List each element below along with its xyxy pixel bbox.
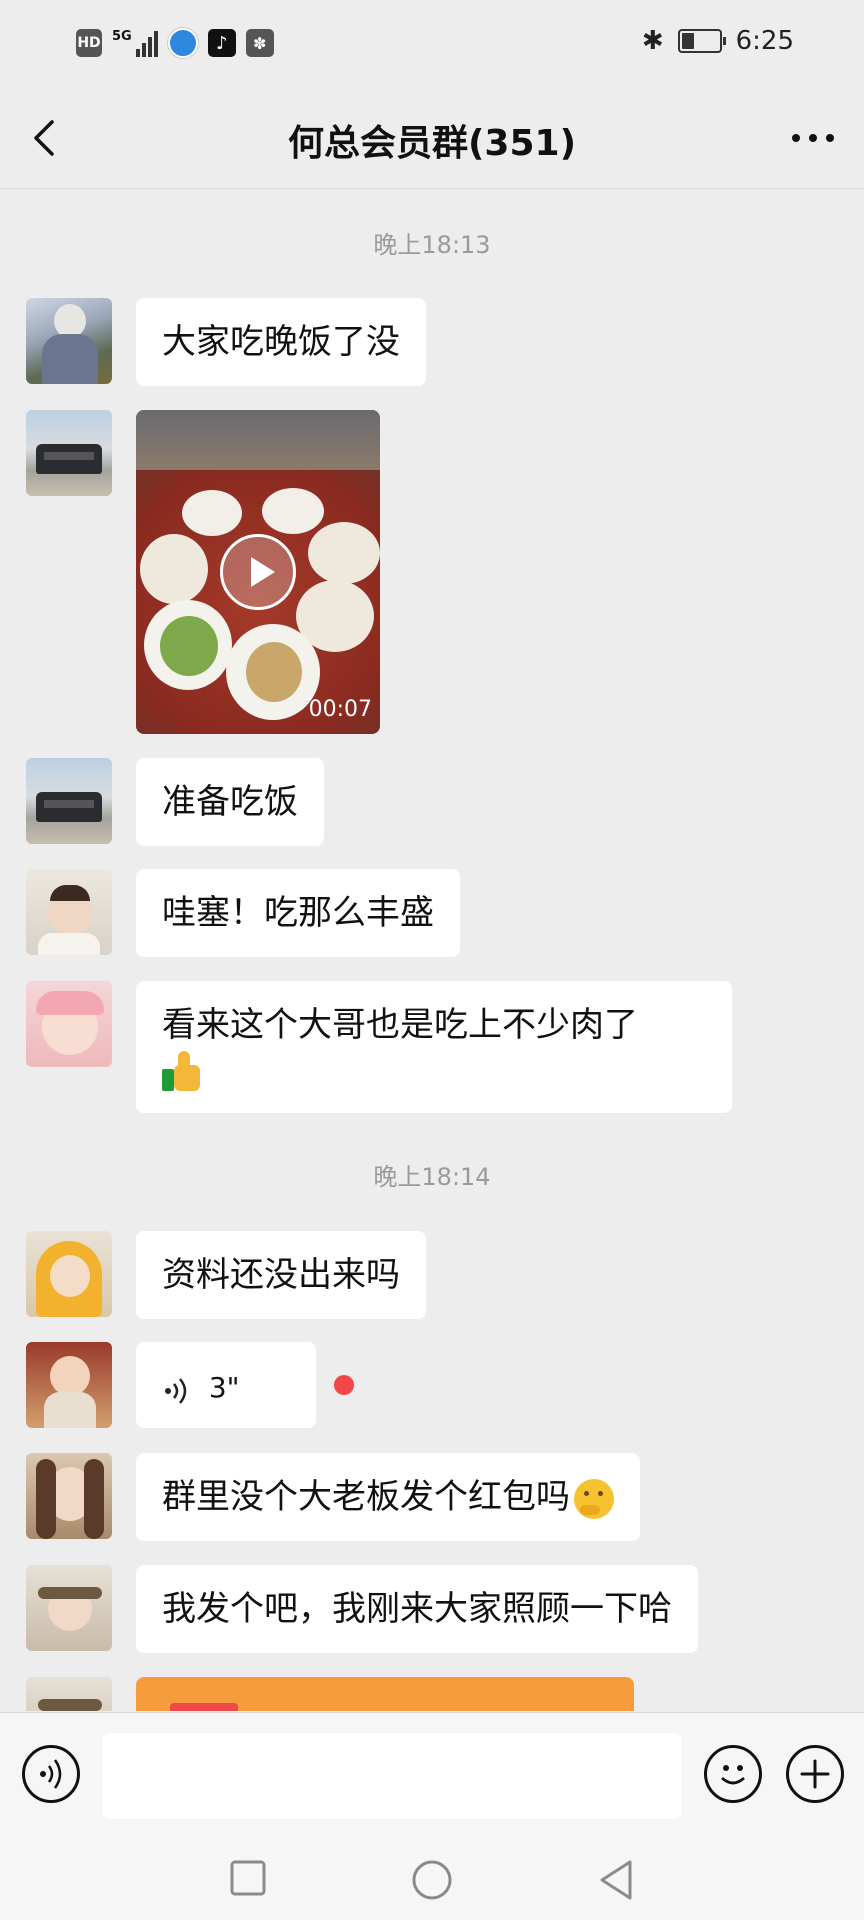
message-bubble[interactable]: 看来这个大哥也是吃上不少肉了 (136, 981, 732, 1113)
battery-icon (677, 29, 726, 53)
avatar[interactable] (26, 298, 112, 384)
message-list[interactable]: 晚上18:13 大家吃晚饭了没 00:07 准备吃饭 哇塞！吃那么丰盛 看来这个… (0, 189, 864, 1711)
avatar[interactable] (26, 981, 112, 1067)
avatar[interactable] (26, 1453, 112, 1539)
avatar[interactable] (26, 758, 112, 844)
unread-dot (334, 1375, 354, 1395)
input-bar (0, 1712, 864, 1835)
browser-icon (167, 28, 198, 58)
message-bubble[interactable]: 大家吃晚饭了没 (136, 298, 426, 386)
message-bubble[interactable]: 哇塞！吃那么丰盛 (136, 869, 460, 957)
avatar[interactable] (26, 1565, 112, 1651)
avatar[interactable] (26, 869, 112, 955)
message-input[interactable] (102, 1733, 682, 1819)
plus-icon (800, 1759, 830, 1789)
smiley-icon (721, 1765, 745, 1785)
voice-icon (40, 1759, 62, 1789)
page-title: 何总会员群(351) (287, 123, 577, 164)
chat-header: 何总会员群(351) (0, 88, 864, 189)
voice-duration: 3" (208, 1371, 240, 1404)
back-triangle-icon[interactable] (596, 1858, 636, 1902)
video-message[interactable]: 00:07 (136, 410, 380, 734)
red-packet-message[interactable] (136, 1677, 634, 1711)
plus-button[interactable] (786, 1745, 844, 1803)
avatar[interactable] (26, 410, 112, 496)
message-bubble[interactable]: 群里没个大老板发个红包吗 (136, 1453, 640, 1541)
signal-icon: 5G (112, 29, 158, 57)
red-packet-icon (170, 1703, 238, 1711)
system-nav-bar (0, 1834, 864, 1920)
clock: 6:25 (735, 26, 794, 56)
hd-icon: HD (76, 29, 102, 57)
avatar[interactable] (26, 1677, 112, 1711)
video-duration: 00:07 (308, 697, 372, 722)
timestamp: 晚上18:14 (373, 1163, 491, 1191)
recent-apps-icon[interactable] (228, 1858, 268, 1898)
timestamp: 晚上18:13 (373, 231, 491, 259)
emoji-button[interactable] (704, 1745, 762, 1803)
home-icon[interactable] (410, 1858, 454, 1902)
message-text: 看来这个大哥也是吃上不少肉了 (162, 1005, 638, 1045)
status-bar: HD 5G ♪ ✽ ✱ 6:25 (0, 0, 864, 88)
avatar[interactable] (26, 1231, 112, 1317)
voice-wave-icon (162, 1373, 192, 1404)
voice-input-button[interactable] (22, 1745, 80, 1803)
voice-message[interactable]: 3" (136, 1342, 316, 1428)
message-bubble[interactable]: 资料还没出来吗 (136, 1231, 426, 1319)
thumbs-up-emoji (162, 1050, 202, 1091)
message-text: 群里没个大老板发个红包吗 (162, 1477, 570, 1517)
more-options-icon[interactable] (788, 118, 838, 158)
signal-label: 5G (112, 29, 132, 44)
thinking-emoji (574, 1478, 614, 1519)
message-bubble[interactable]: 准备吃饭 (136, 758, 324, 846)
message-bubble[interactable]: 我发个吧，我刚来大家照顾一下哈 (136, 1565, 698, 1653)
play-button-icon[interactable] (220, 534, 296, 610)
baidu-icon: ✽ (245, 29, 274, 57)
avatar[interactable] (26, 1342, 112, 1428)
bluetooth-icon: ✱ (641, 26, 664, 56)
tiktok-icon: ♪ (207, 29, 236, 57)
